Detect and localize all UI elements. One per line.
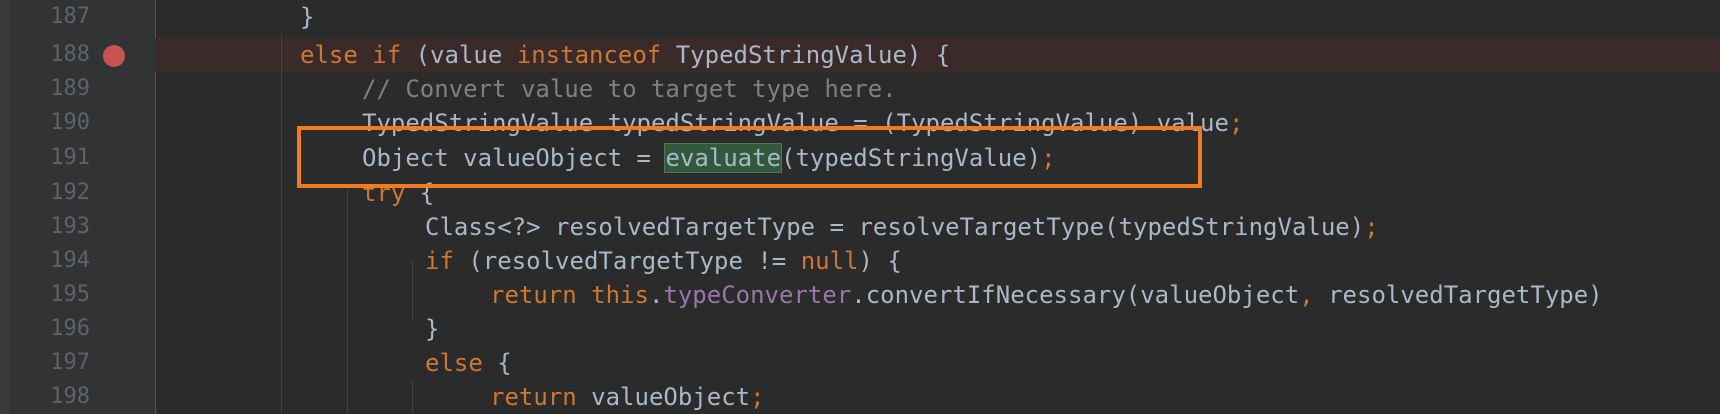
line-number: 198: [50, 384, 90, 409]
code-token: ) {: [858, 247, 902, 275]
code-text: else {: [425, 346, 512, 380]
code-token: else: [425, 349, 498, 377]
code-editor[interactable]: 187} 188 else if (value instanceof TypedSt…: [0, 0, 1720, 414]
code-text: return this.typeConverter.convertIfNeces…: [490, 278, 1603, 312]
code-line-195[interactable]: 195 return this.typeConverter.convertIfNe…: [0, 278, 1602, 312]
code-token: }: [300, 3, 315, 31]
code-token: .convertIfNecessary(valueObject: [851, 281, 1300, 309]
line-number: 196: [50, 316, 90, 341]
code-token: ;: [1228, 109, 1244, 137]
line-number: 190: [50, 110, 90, 135]
code-token: .: [648, 281, 664, 309]
line-number: 187: [50, 4, 90, 29]
code-line-188[interactable]: 188 else if (value instanceof TypedString…: [0, 38, 1565, 72]
code-token: typeConverter: [663, 281, 852, 309]
code-line-187[interactable]: 187}: [0, 0, 1565, 34]
code-line-198[interactable]: 198 return valueObject;: [0, 380, 1565, 414]
annotation-highlight-box: [297, 126, 1202, 188]
code-text: if (resolvedTargetType != null) {: [425, 244, 902, 278]
line-number: 188: [50, 42, 90, 67]
code-token: ,: [1299, 281, 1329, 309]
code-token: else: [300, 41, 373, 69]
code-line-189[interactable]: 189 // Convert value to target type here.: [0, 72, 1565, 106]
line-number: 191: [50, 145, 90, 170]
breakpoint-icon[interactable]: [103, 45, 125, 67]
code-text: // Convert value to target type here.: [362, 72, 897, 106]
code-text: }: [300, 0, 314, 34]
code-token: (value: [415, 41, 517, 69]
code-token: // Convert value to target type here.: [362, 75, 897, 103]
code-line-193[interactable]: 193 Class<?> resolvedTargetType = resolve…: [0, 210, 1565, 244]
code-token: instanceof: [516, 41, 676, 69]
line-number: 193: [50, 214, 90, 239]
line-number: 194: [50, 248, 90, 273]
code-text: }: [425, 312, 439, 346]
line-number: 192: [50, 180, 90, 205]
code-token: resolvedTargetType): [1328, 281, 1603, 309]
code-token: ;: [1364, 213, 1379, 241]
code-token: if: [425, 247, 469, 275]
code-token: TypedStringValue) {: [675, 41, 951, 69]
line-number: 189: [50, 76, 90, 101]
code-text: return valueObject;: [490, 380, 765, 414]
code-line-196[interactable]: 196}: [0, 312, 1565, 346]
code-token: ;: [750, 383, 765, 411]
line-number: 195: [50, 282, 90, 307]
code-token: return: [490, 281, 592, 309]
code-token: (resolvedTargetType !=: [468, 247, 801, 275]
code-token: valueObject: [591, 383, 751, 411]
code-text: else if (value instanceof TypedStringVal…: [300, 38, 950, 72]
code-token: if: [372, 41, 416, 69]
code-line-197[interactable]: 197 else {: [0, 346, 1565, 380]
code-token: null: [800, 247, 859, 275]
code-token: Class<?> resolvedTargetType = resolveTar…: [425, 213, 1365, 241]
line-number: 197: [50, 350, 90, 375]
code-token: this: [591, 281, 649, 309]
code-text: Class<?> resolvedTargetType = resolveTar…: [425, 210, 1379, 244]
code-token: return: [490, 383, 592, 411]
code-token: }: [425, 315, 440, 343]
code-token: {: [497, 349, 512, 377]
code-line-194[interactable]: 194 if (resolvedTargetType != null) {: [0, 244, 1565, 278]
